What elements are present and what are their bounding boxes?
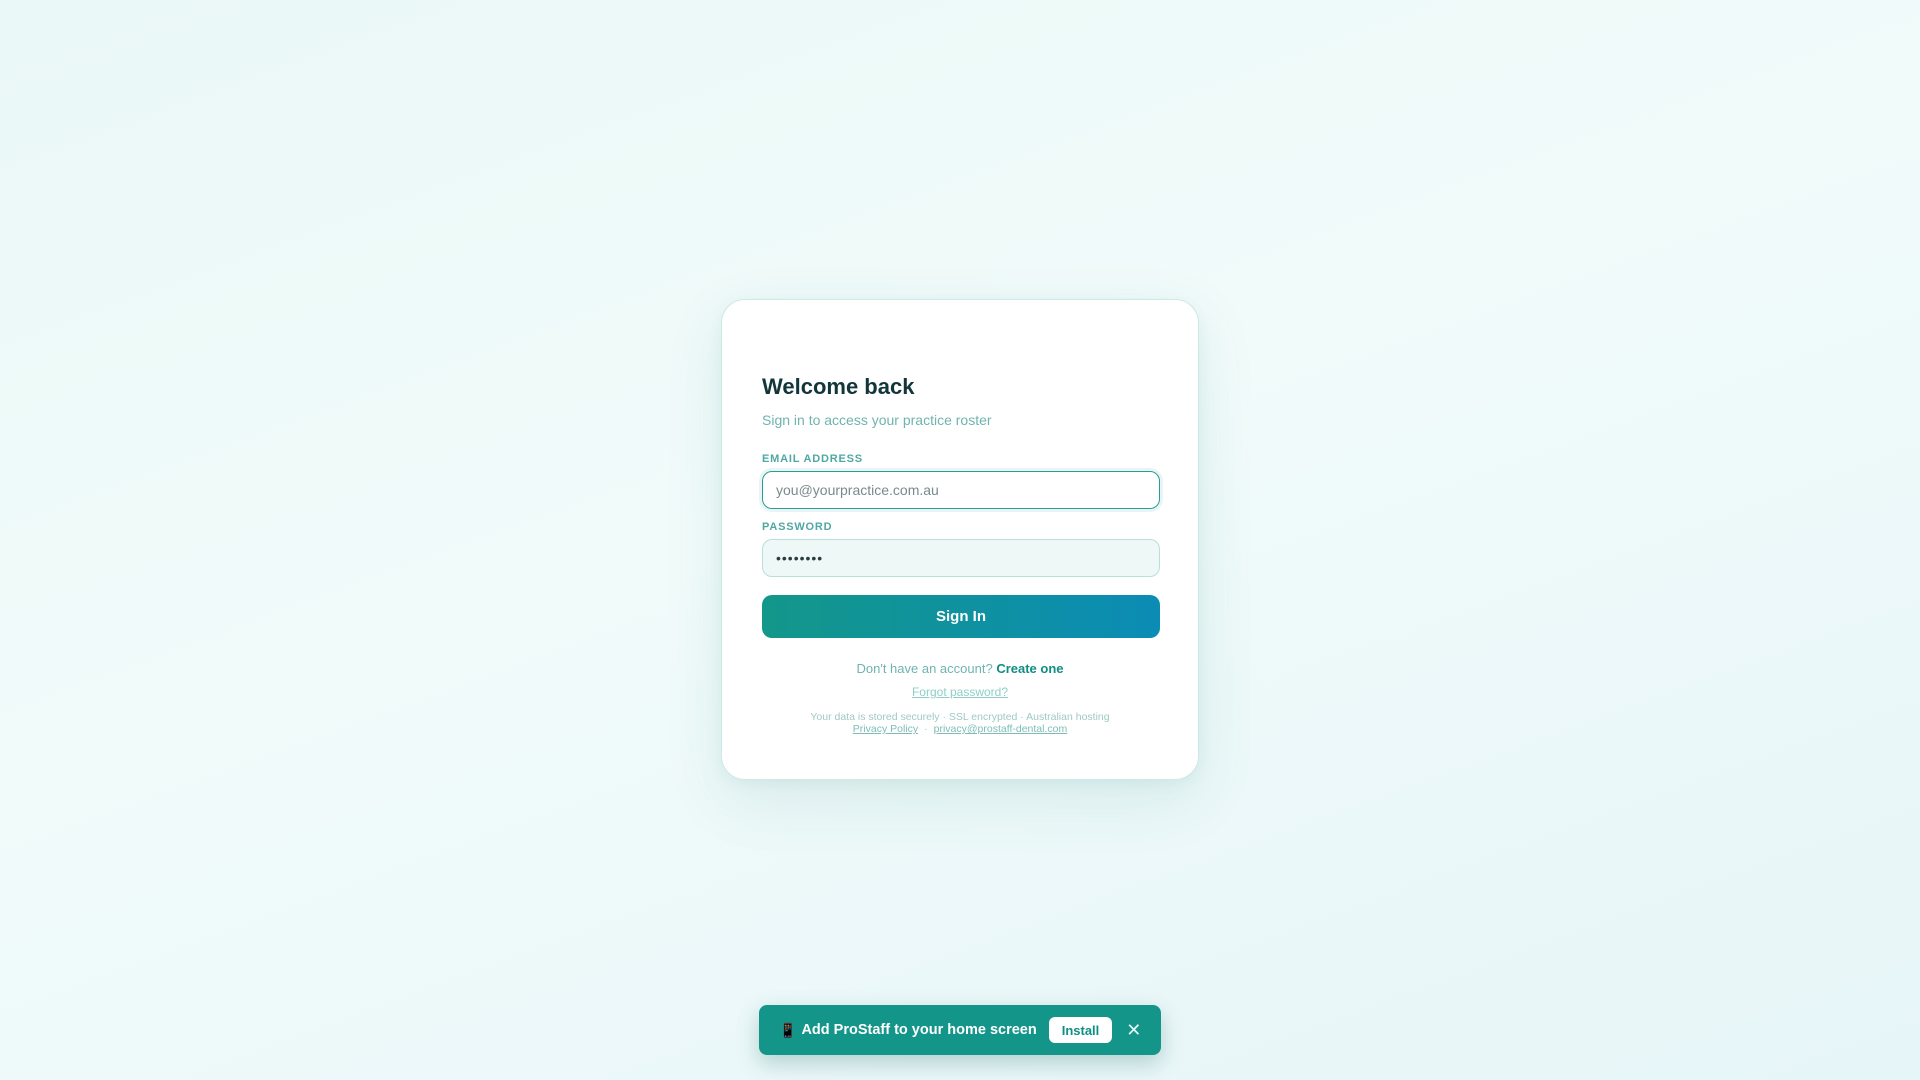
sign-in-button[interactable]: Sign In [762, 595, 1160, 638]
install-banner: 📱 Add ProStaff to your home screen Insta… [759, 1005, 1161, 1055]
password-label: PASSWORD [762, 521, 833, 533]
privacy-policy-link[interactable]: Privacy Policy [853, 723, 918, 735]
forgot-password-row: Forgot password? [722, 677, 1198, 707]
signup-prompt: Don't have an account? Create one [722, 661, 1198, 676]
mobile-phone-icon: 📱 [779, 1021, 797, 1038]
page-subtitle: Sign in to access your practice roster [762, 412, 992, 428]
legal-links: Privacy Policy · privacy@prostaff-dental.c… [722, 723, 1198, 735]
create-account-link[interactable]: Create one [996, 661, 1063, 676]
no-account-text: Don't have an account? [856, 661, 993, 676]
link-separator: · [924, 723, 928, 735]
close-icon[interactable]: ✕ [1126, 1021, 1141, 1039]
forgot-password-link[interactable]: Forgot password? [912, 685, 1008, 699]
email-field[interactable] [762, 471, 1160, 509]
install-button[interactable]: Install [1048, 1017, 1113, 1043]
password-field[interactable] [762, 539, 1160, 577]
privacy-email-link[interactable]: privacy@prostaff-dental.com [934, 723, 1068, 735]
email-label: EMAIL ADDRESS [762, 453, 863, 465]
security-note: Your data is stored securely · SSL encry… [810, 711, 1110, 723]
install-banner-text: Add ProStaff to your home screen [801, 1022, 1037, 1038]
page-title: Welcome back [762, 374, 915, 399]
login-card: Welcome back Sign in to access your prac… [721, 299, 1199, 780]
